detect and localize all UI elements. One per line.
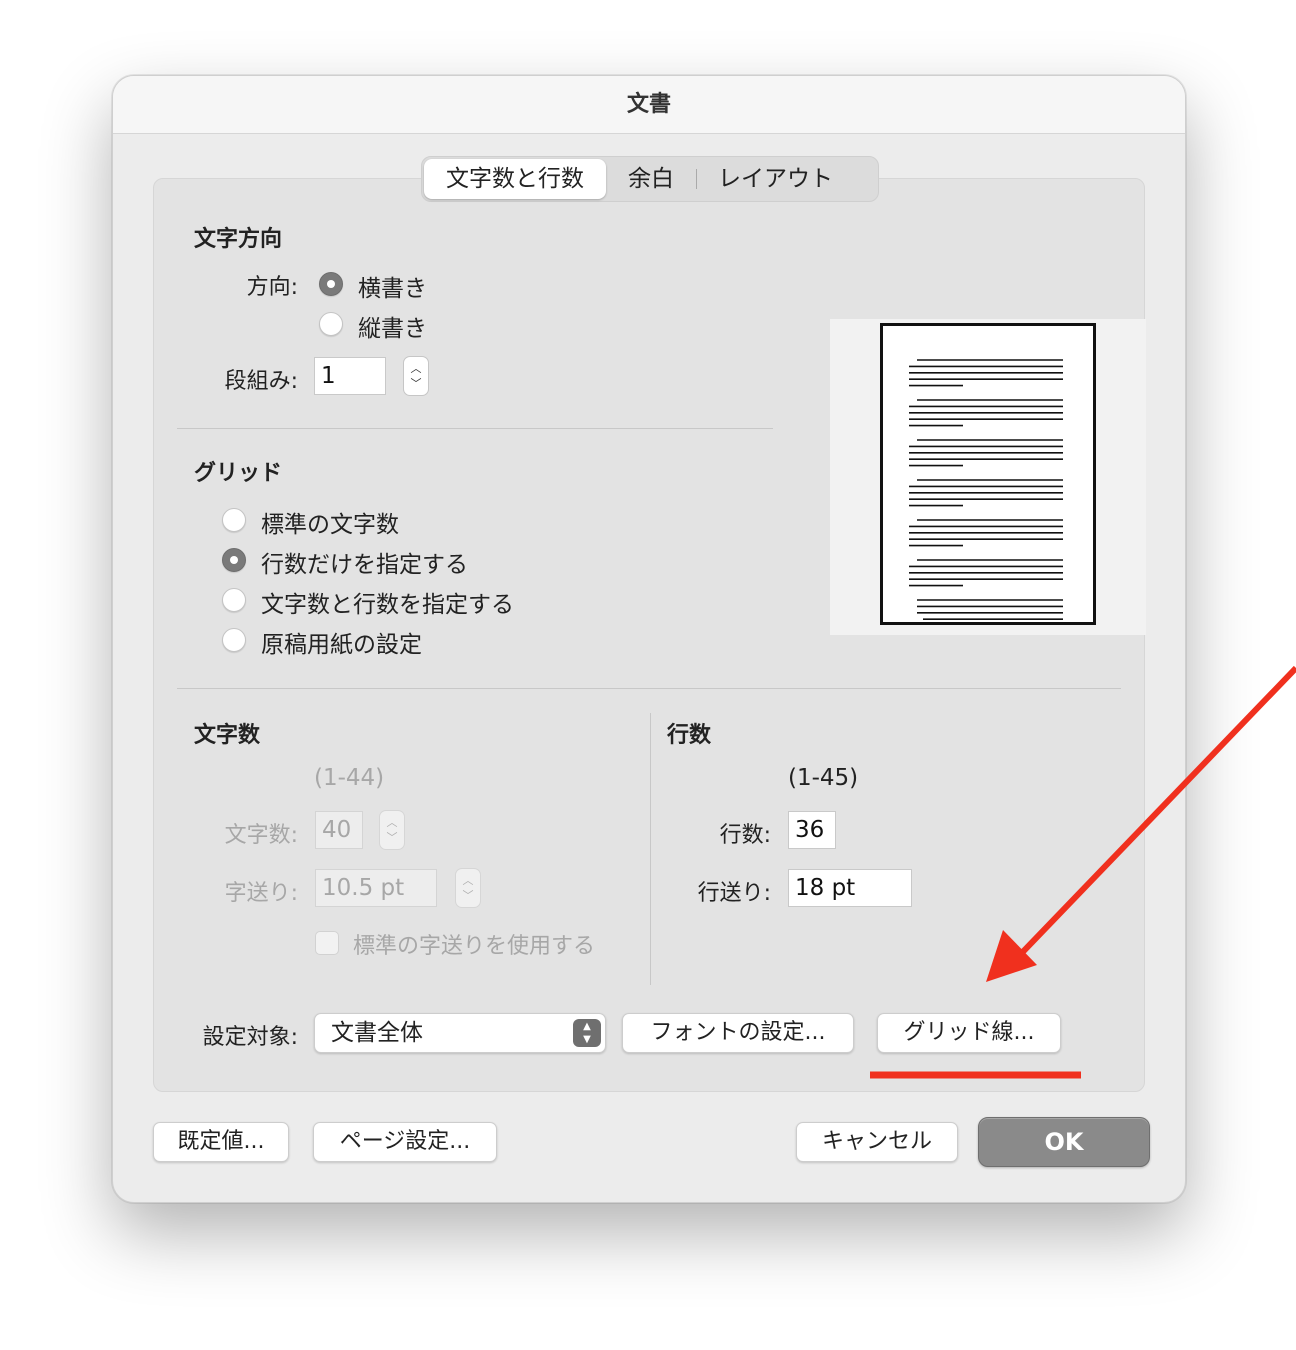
chars-count-input[interactable]: 40 [315, 811, 363, 849]
apply-to-select[interactable]: 文書全体 ▲ ▼ [314, 1013, 606, 1053]
radio-grid-manuscript-label: 原稿用紙の設定 [261, 632, 422, 658]
lines-range: (1-45) [788, 765, 859, 791]
radio-grid-standard[interactable] [222, 508, 246, 532]
radio-grid-manuscript[interactable] [222, 628, 246, 652]
lines-count-label: 行数: [719, 823, 771, 848]
tab-bar: 文字数と行数 余白 レイアウト [421, 156, 879, 202]
defaults-button[interactable]: 既定値... [153, 1122, 289, 1162]
default-pitch-label: 標準の字送りを使用する [353, 934, 596, 959]
chars-pitch-stepper[interactable]: ︿ ﹀ [455, 868, 481, 908]
document-dialog: 文書 文字数と行数 余白 レイアウト 文字方向 方向: 横書き 縦書き 段組み:… [112, 75, 1186, 1203]
columns-label: 段組み: [224, 369, 298, 394]
page-preview [830, 319, 1146, 635]
radio-horizontal-label: 横書き [358, 276, 427, 302]
columns-stepper[interactable]: ︿ ﹀ [403, 356, 429, 396]
radio-grid-lines-only-label: 行数だけを指定する [261, 552, 468, 578]
chars-range: (1-44) [314, 765, 385, 791]
radio-grid-chars-lines[interactable] [222, 588, 246, 612]
apply-to-value: 文書全体 [331, 1020, 423, 1046]
column-divider [650, 713, 651, 985]
lines-pitch-input[interactable]: 18 pt [788, 869, 912, 907]
lines-count-input[interactable]: 36 [788, 811, 836, 849]
settings-panel: 文字方向 方向: 横書き 縦書き 段組み: 1 ︿ ﹀ グリッド 標準の文字数 … [153, 178, 1146, 1092]
chars-count-label: 文字数: [224, 823, 298, 848]
dialog-title: 文書 [113, 76, 1185, 134]
chevron-down-icon: ﹀ [410, 377, 422, 390]
chevron-up-icon: ︿ [386, 816, 398, 829]
preview-page [880, 323, 1096, 625]
chevron-down-icon: ﹀ [462, 889, 474, 902]
updown-chevron-icon: ▲ ▼ [573, 1019, 601, 1047]
chars-pitch-input[interactable]: 10.5 pt [315, 869, 437, 907]
tab-layout[interactable]: レイアウト [696, 159, 855, 199]
radio-grid-standard-label: 標準の文字数 [261, 512, 399, 538]
section-divider [177, 428, 773, 429]
chevron-up-icon: ︿ [462, 874, 474, 887]
section-divider-2 [177, 688, 1121, 689]
tab-margins[interactable]: 余白 [606, 159, 696, 199]
page-setup-button[interactable]: ページ設定... [313, 1122, 497, 1162]
cancel-button[interactable]: キャンセル [796, 1122, 958, 1162]
chars-pitch-label: 字送り: [224, 881, 298, 906]
lines-heading: 行数 [667, 723, 712, 748]
direction-heading: 文字方向 [194, 227, 283, 252]
grid-lines-button[interactable]: グリッド線... [877, 1013, 1061, 1053]
default-pitch-checkbox[interactable] [315, 931, 339, 955]
radio-grid-chars-lines-label: 文字数と行数を指定する [261, 592, 514, 618]
radio-grid-lines-only[interactable] [222, 548, 246, 572]
ok-button[interactable]: OK [978, 1117, 1150, 1167]
direction-label: 方向: [246, 275, 298, 300]
radio-horizontal[interactable] [319, 272, 343, 296]
chars-heading: 文字数 [194, 723, 261, 748]
radio-vertical-label: 縦書き [358, 316, 427, 342]
grid-heading: グリッド [194, 461, 283, 486]
tab-chars-lines[interactable]: 文字数と行数 [424, 159, 606, 199]
font-settings-button[interactable]: フォントの設定... [622, 1013, 854, 1053]
chevron-down-icon: ﹀ [386, 831, 398, 844]
lines-pitch-label: 行送り: [697, 881, 771, 906]
chevron-up-icon: ︿ [410, 362, 422, 375]
preview-text-lines [909, 359, 1063, 621]
columns-input[interactable]: 1 [314, 357, 386, 395]
radio-vertical[interactable] [319, 312, 343, 336]
chars-count-stepper[interactable]: ︿ ﹀ [379, 810, 405, 850]
apply-to-label: 設定対象: [202, 1025, 298, 1050]
